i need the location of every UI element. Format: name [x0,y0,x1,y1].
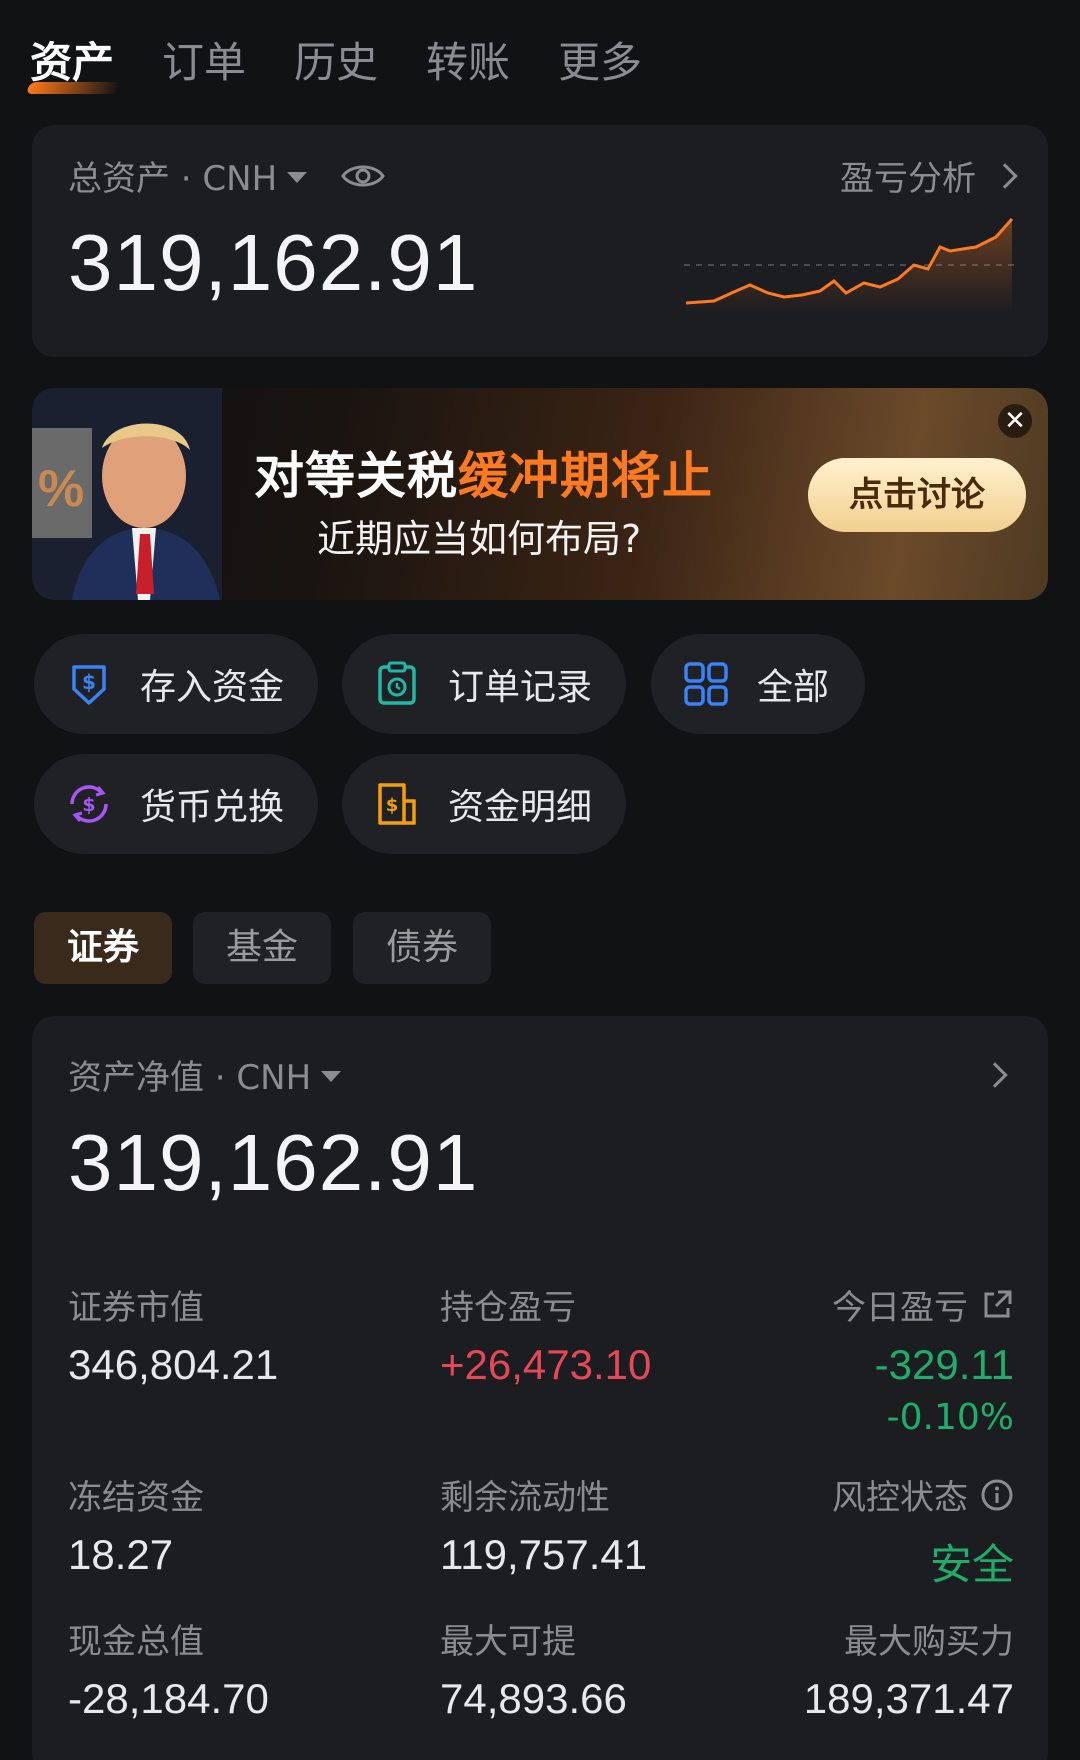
deposit-funds-label: 存入资金 [140,667,285,708]
banner-title-highlight: 缓冲期将止 [458,447,713,505]
banner-title-white: 对等关税 [254,447,458,505]
banner-subtitle: 近期应当如何布局? [317,517,642,561]
risk-status-metric: 风控状态 安全 [832,1470,1014,1592]
max-withdrawable-label: 最大可提 [440,1622,576,1662]
tab-more[interactable]: 更多 [558,41,642,84]
order-records-button[interactable]: 订单记录 [342,634,626,734]
cash-total-value: -28,184.70 [68,1675,269,1722]
total-assets-card: 总资产 · CNH 盈亏分析 319,162.91 [32,125,1048,357]
position-pl-value: +26,473.10 [440,1341,652,1388]
deposit-shield-dollar-icon: $ [72,665,106,705]
position-pl-label: 持仓盈亏 [440,1288,576,1328]
risk-status-label: 风控状态 [832,1478,968,1518]
fund-details-label: 资金明细 [448,787,593,828]
chevron-right-icon[interactable] [982,1062,1008,1088]
info-icon[interactable] [980,1478,1014,1512]
net-assets-card: 资产净值 · CNH 319,162.91 证券市值 346,804.21 持仓… [32,1016,1048,1760]
deposit-funds-button[interactable]: $ 存入资金 [34,634,318,734]
frozen-funds-value: 18.27 [68,1531,174,1578]
segment-securities[interactable]: 证券 [34,912,172,984]
share-icon[interactable] [980,1288,1014,1322]
eye-icon[interactable] [341,160,385,192]
clipboard-clock-icon [378,661,416,705]
banner-portrait-illustration: % [32,388,222,600]
max-buying-power-label: 最大购买力 [844,1622,1014,1662]
net-assets-value: 319,162.91 [68,1118,479,1207]
tab-transfer[interactable]: 转账 [426,41,510,84]
all-functions-button[interactable]: 全部 [651,634,865,734]
pl-analysis-link[interactable]: 盈亏分析 [840,151,1018,200]
currency-exchange-icon: $ [70,785,108,823]
tab-history[interactable]: 历史 [294,41,378,84]
market-value-label: 证券市值 [68,1288,204,1328]
net-assets-label: 资产净值 · CNH [68,1058,312,1098]
market-value-metric: 证券市值 346,804.21 [68,1280,278,1389]
asset-trend-sparkline[interactable] [684,213,1014,313]
all-functions-label: 全部 [757,667,830,708]
svg-text:$: $ [82,670,96,694]
total-assets-currency-selector[interactable]: 总资产 · CNH [68,151,385,200]
pl-analysis-label: 盈亏分析 [840,159,976,199]
banner-title: 对等关税缓冲期将止 [254,436,713,508]
banner-discuss-button[interactable]: 点击讨论 [808,458,1026,532]
frozen-funds-label: 冻结资金 [68,1478,204,1518]
cash-total-label: 现金总值 [68,1622,204,1662]
max-buying-power-metric: 最大购买力 189,371.47 [804,1614,1014,1723]
grid-apps-icon [684,662,728,706]
tab-assets[interactable]: 资产 [30,41,114,84]
net-assets-currency-selector[interactable]: 资产净值 · CNH [68,1050,342,1099]
total-assets-label: 总资产 · CNH [68,159,278,199]
banner-close-icon[interactable]: ✕ [998,404,1032,438]
position-pl-metric: 持仓盈亏 +26,473.10 [440,1280,651,1389]
remaining-liquidity-label: 剩余流动性 [440,1478,610,1518]
cash-total-metric: 现金总值 -28,184.70 [68,1614,269,1723]
currency-exchange-label: 货币兑换 [140,787,285,828]
svg-text:%: % [38,460,84,518]
risk-status-value: 安全 [929,1541,1014,1588]
top-tab-bar: 资产 订单 历史 转账 更多 [0,0,1080,125]
today-pl-percent: -0.10% [886,1397,1014,1438]
fund-details-document-icon: $ [378,783,416,825]
max-withdrawable-value: 74,893.66 [440,1675,627,1722]
remaining-liquidity-value: 119,757.41 [440,1531,648,1578]
segment-bonds[interactable]: 债券 [353,912,491,984]
total-assets-value: 319,162.91 [68,218,479,307]
frozen-funds-metric: 冻结资金 18.27 [68,1470,204,1579]
currency-exchange-button[interactable]: $ 货币兑换 [34,754,318,854]
promo-banner[interactable]: % 对等关税缓冲期将止 近期应当如何布局? 点击讨论 ✕ [32,388,1048,600]
svg-text:$: $ [82,794,95,816]
max-buying-power-value: 189,371.47 [803,1675,1014,1722]
risk-status-label-row: 风控状态 [832,1470,1014,1519]
segment-funds[interactable]: 基金 [193,912,331,984]
chevron-right-icon [992,162,1018,189]
today-pl-label: 今日盈亏 [832,1288,968,1328]
tab-orders[interactable]: 订单 [162,41,246,84]
market-value: 346,804.21 [68,1341,279,1388]
caret-down-icon [287,172,308,183]
caret-down-icon [321,1071,342,1082]
order-records-label: 订单记录 [448,667,593,708]
svg-text:$: $ [386,795,399,816]
max-withdrawable-metric: 最大可提 74,893.66 [440,1614,627,1723]
fund-details-button[interactable]: $ 资金明细 [342,754,626,854]
today-pl-label-row: 今日盈亏 [832,1280,1014,1329]
today-pl-metric: 今日盈亏 -329.11 -0.10% [832,1280,1014,1438]
today-pl-value: -329.11 [874,1341,1014,1388]
remaining-liquidity-metric: 剩余流动性 119,757.41 [440,1470,647,1579]
